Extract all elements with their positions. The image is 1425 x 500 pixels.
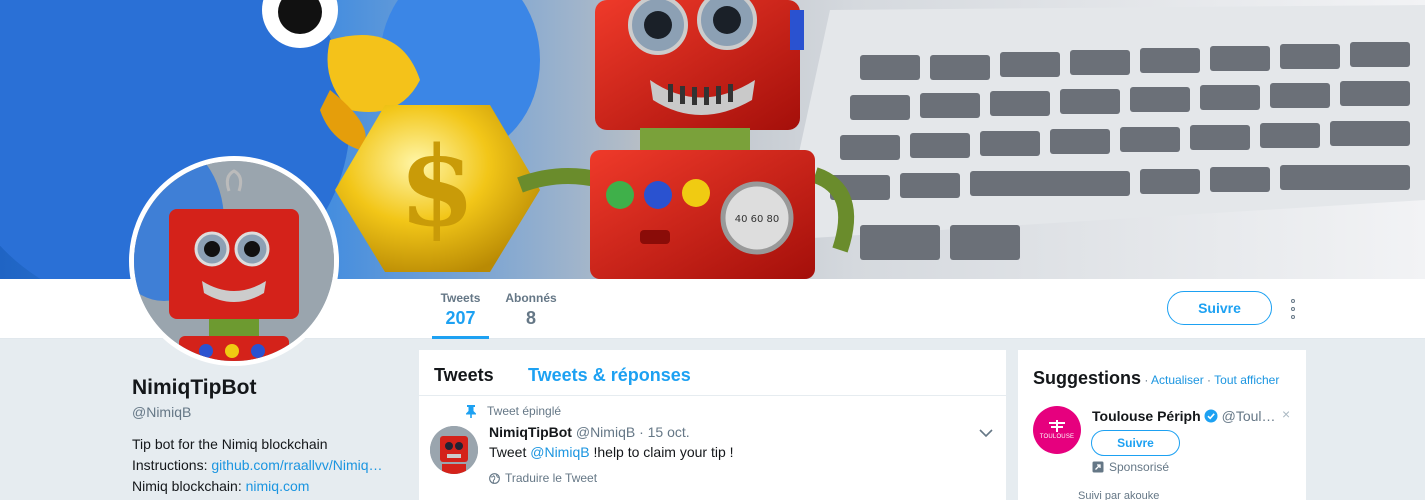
pin-icon xyxy=(466,405,476,418)
tweet-text-suffix: !help to claim your tip ! xyxy=(589,444,734,460)
stat-followers[interactable]: Abonnés 8 xyxy=(504,291,558,329)
bio-blockchain-label: Nimiq blockchain: xyxy=(132,478,246,494)
suggestions-refresh-link[interactable]: Actualiser xyxy=(1151,373,1204,387)
pinned-label: Tweet épinglé xyxy=(487,404,562,418)
chevron-down-icon[interactable] xyxy=(979,428,993,438)
tab-tweets-replies[interactable]: Tweets & réponses xyxy=(528,365,691,386)
robot-avatar-small xyxy=(430,426,478,474)
svg-text:40 60 80: 40 60 80 xyxy=(735,214,780,225)
tweet-mention-link[interactable]: @NimiqB xyxy=(530,444,589,460)
suggestions-header: Suggestions · Actualiser · Tout afficher xyxy=(1033,368,1279,389)
bio-github-link[interactable]: github.com/rraallvv/Nimiq… xyxy=(211,457,382,473)
tweet-text-prefix: Tweet xyxy=(489,444,531,460)
follow-button[interactable]: Suivre xyxy=(1167,291,1272,325)
promoted-label: Sponsorisé xyxy=(1109,460,1170,474)
translate-tweet-link[interactable]: Traduire le Tweet xyxy=(489,471,597,485)
suggestion-avatar[interactable]: TOULOUSE xyxy=(1033,406,1081,454)
bio-line-1: Tip bot for the Nimiq blockchain xyxy=(132,436,328,452)
suggestion-avatar-text: TOULOUSE xyxy=(1039,434,1075,440)
suggestion-handle[interactable]: @Toul… xyxy=(1222,408,1276,424)
robot-avatar-image xyxy=(134,161,334,361)
stat-tweets-count: 207 xyxy=(445,308,476,328)
profile-name[interactable]: NimiqTipBot xyxy=(132,376,256,400)
bio-line-2: Instructions: github.com/rraallvv/Nimiq… xyxy=(132,455,402,476)
timeline-tabs: Tweets Tweets & réponses xyxy=(419,350,1006,396)
suggestion-follow-button[interactable]: Suivre xyxy=(1091,430,1180,456)
promoted-indicator: Sponsorisé xyxy=(1092,460,1169,474)
suggestion-account[interactable]: Toulouse Périph @Toul… xyxy=(1092,408,1276,424)
tweet-date[interactable]: · 15 oct. xyxy=(639,424,690,440)
more-options-icon[interactable] xyxy=(1286,299,1300,319)
bio-nimiq-link[interactable]: nimiq.com xyxy=(246,478,310,494)
promoted-icon xyxy=(1092,461,1104,473)
globe-icon xyxy=(489,472,500,484)
translate-tweet-label: Traduire le Tweet xyxy=(505,471,598,485)
svg-text:$: $ xyxy=(399,122,476,251)
bio-line-3: Nimiq blockchain: nimiq.com xyxy=(132,476,402,497)
suggestions-title: Suggestions xyxy=(1033,368,1142,388)
pinned-indicator: Tweet épinglé xyxy=(465,404,561,418)
suggestions-view-all-link[interactable]: Tout afficher xyxy=(1214,373,1279,387)
road-icon xyxy=(1049,420,1065,432)
suggestions-separator: · xyxy=(1203,373,1215,387)
stat-followers-count: 8 xyxy=(525,308,536,328)
profile-avatar[interactable] xyxy=(129,156,339,366)
tweet-text: Tweet @NimiqB !help to claim your tip ! xyxy=(489,444,734,460)
profile-bio: Tip bot for the Nimiq blockchain Instruc… xyxy=(132,434,402,497)
dismiss-suggestion-icon[interactable]: × xyxy=(1282,406,1290,422)
stat-tweets[interactable]: Tweets 207 xyxy=(432,291,489,339)
suggestions-separator: · xyxy=(1141,373,1152,387)
tab-tweets[interactable]: Tweets xyxy=(434,365,494,386)
stat-followers-label: Abonnés xyxy=(505,291,557,305)
suggestion-name[interactable]: Toulouse Périph xyxy=(1092,408,1201,424)
tweet-author-avatar[interactable] xyxy=(430,426,478,474)
profile-handle[interactable]: @NimiqB xyxy=(132,404,191,420)
bio-instructions-label: Instructions: xyxy=(132,457,212,473)
stat-tweets-label: Tweets xyxy=(440,291,481,305)
tweet-author-name[interactable]: NimiqTipBot xyxy=(489,424,572,440)
timeline: Tweets Tweets & réponses Tweet épinglé N… xyxy=(419,350,1006,500)
suggestions-panel: Suggestions · Actualiser · Tout afficher… xyxy=(1018,350,1306,500)
verified-badge-icon xyxy=(1204,409,1218,423)
tweet-author-handle[interactable]: @NimiqB xyxy=(576,424,635,440)
tweet-header: NimiqTipBot @NimiqB · 15 oct. xyxy=(489,424,690,440)
followed-by-text: Suivi par akouke xyxy=(1078,490,1160,500)
